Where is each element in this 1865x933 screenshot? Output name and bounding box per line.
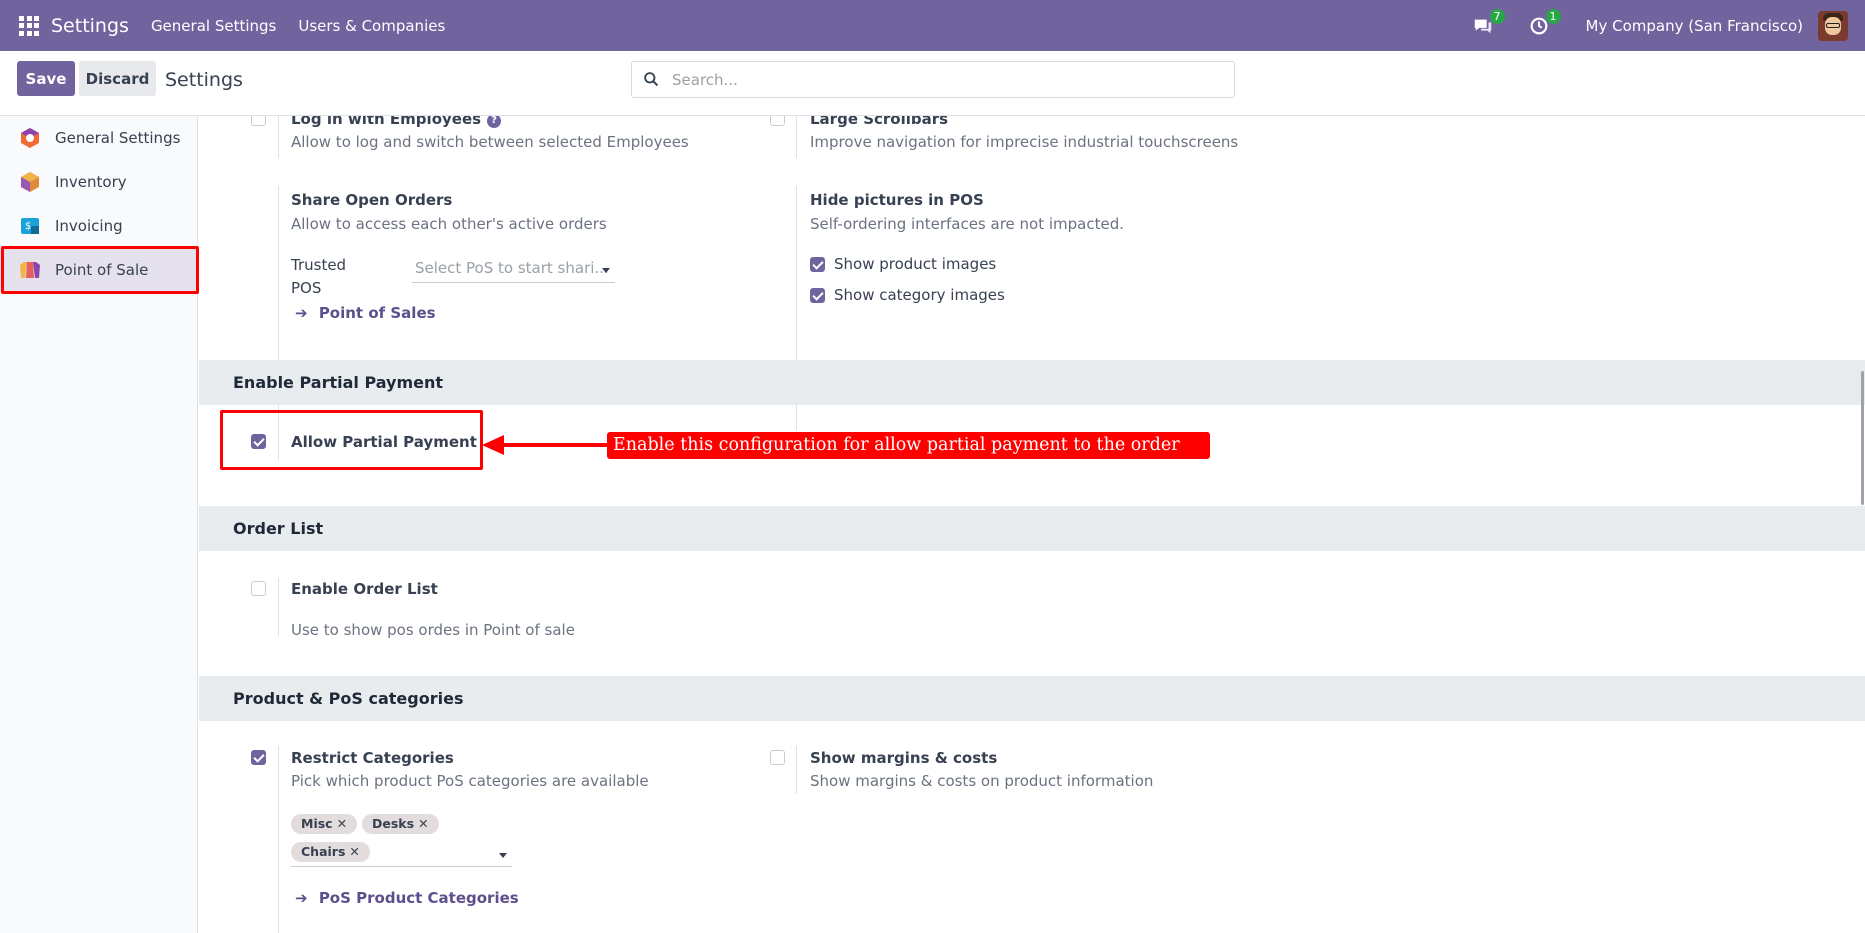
- invoicing-icon: $: [19, 215, 41, 237]
- highlight-box-point-of-sale: [1, 246, 199, 294]
- control-panel: Save Discard Settings: [0, 51, 1865, 116]
- trusted-pos-label-2: POS: [291, 279, 322, 297]
- chevron-down-icon[interactable]: [499, 853, 507, 858]
- enable-order-list-desc: Use to show pos ordes in Point of sale: [291, 621, 575, 639]
- trusted-pos-select[interactable]: Select PoS to start shari...: [415, 259, 609, 277]
- settings-content: Log in with Employees? Allow to log and …: [199, 116, 1865, 933]
- login-employees-desc: Allow to log and switch between selected…: [291, 133, 689, 151]
- sidebar-item-label: General Settings: [55, 129, 181, 147]
- show-category-images-label: Show category images: [834, 286, 1005, 304]
- settings-sidebar: General Settings Inventory $ Invoicing P…: [0, 116, 198, 933]
- large-scrollbars-title: Large Scrollbars: [810, 116, 949, 128]
- inventory-icon: [19, 171, 41, 193]
- menu-general-settings[interactable]: General Settings: [151, 17, 276, 35]
- svg-text:$: $: [25, 221, 31, 232]
- sidebar-item-general-settings[interactable]: General Settings: [0, 116, 198, 160]
- large-scrollbars-checkbox[interactable]: [770, 116, 785, 126]
- large-scrollbars-desc: Improve navigation for imprecise industr…: [810, 133, 1239, 151]
- activities-count-badge: 1: [1545, 8, 1561, 24]
- share-orders-desc: Allow to access each other's active orde…: [291, 215, 607, 233]
- search-box[interactable]: [631, 61, 1235, 98]
- company-switcher[interactable]: My Company (San Francisco): [1586, 17, 1803, 35]
- show-product-images-checkbox[interactable]: [810, 257, 825, 272]
- hide-pictures-title: Hide pictures in POS: [810, 191, 984, 209]
- login-employees-title: Log in with Employees?: [291, 116, 502, 128]
- arrow-right-icon: ➔: [295, 304, 308, 322]
- search-icon: [644, 72, 659, 87]
- show-product-images-label: Show product images: [834, 255, 997, 273]
- enable-order-list-title: Enable Order List: [291, 580, 438, 598]
- save-button[interactable]: Save: [17, 61, 75, 96]
- login-employees-checkbox[interactable]: [251, 116, 266, 126]
- share-orders-title: Share Open Orders: [291, 191, 453, 209]
- enable-order-list-checkbox[interactable]: [251, 581, 266, 596]
- show-margins-title: Show margins & costs: [810, 749, 998, 767]
- messages-count-badge: 7: [1489, 8, 1505, 24]
- highlight-box-partial-payment: [220, 410, 483, 470]
- remove-tag-icon[interactable]: ✕: [337, 816, 347, 831]
- category-tag-chairs: Chairs ✕: [291, 842, 370, 862]
- arrow-right-icon: ➔: [295, 889, 308, 907]
- sidebar-item-invoicing[interactable]: $ Invoicing: [0, 204, 198, 248]
- point-of-sales-link[interactable]: ➔ Point of Sales: [295, 304, 436, 322]
- hide-pictures-desc: Self-ordering interfaces are not impacte…: [810, 215, 1125, 233]
- chevron-down-icon[interactable]: [602, 268, 610, 273]
- messages-icon[interactable]: 7: [1472, 8, 1505, 37]
- pos-product-categories-link[interactable]: ➔ PoS Product Categories: [295, 889, 519, 907]
- show-margins-desc: Show margins & costs on product informat…: [810, 772, 1154, 790]
- sidebar-item-label: Inventory: [55, 173, 127, 191]
- app-brand[interactable]: Settings: [51, 15, 129, 37]
- restrict-categories-desc: Pick which product PoS categories are av…: [291, 772, 649, 790]
- remove-tag-icon[interactable]: ✕: [349, 844, 359, 859]
- odoo-settings-icon: [19, 127, 41, 149]
- sidebar-item-inventory[interactable]: Inventory: [0, 160, 198, 204]
- category-tag-misc: Misc ✕: [291, 814, 358, 834]
- category-tag-desks: Desks ✕: [362, 814, 439, 834]
- restrict-categories-checkbox[interactable]: [251, 750, 266, 765]
- activities-clock-icon[interactable]: 1: [1528, 8, 1561, 37]
- menu-users-companies[interactable]: Users & Companies: [298, 17, 445, 35]
- trusted-pos-label: Trusted: [291, 256, 347, 274]
- section-order-list: Order List: [199, 506, 1865, 551]
- show-category-images-checkbox[interactable]: [810, 288, 825, 303]
- help-icon[interactable]: ?: [487, 116, 502, 128]
- search-input[interactable]: [672, 68, 1212, 92]
- page-title: Settings: [165, 69, 243, 91]
- discard-button[interactable]: Discard: [79, 61, 156, 96]
- annotation-arrow-icon: [482, 435, 608, 455]
- user-avatar[interactable]: [1818, 10, 1848, 41]
- show-margins-checkbox[interactable]: [770, 750, 785, 765]
- sidebar-item-label: Invoicing: [55, 217, 123, 235]
- top-navbar: Settings General Settings Users & Compan…: [0, 0, 1865, 51]
- restrict-categories-title: Restrict Categories: [291, 749, 454, 767]
- content-scrollbar[interactable]: [1861, 371, 1864, 505]
- section-partial-payment: Enable Partial Payment: [199, 360, 1865, 405]
- section-product-categories: Product & PoS categories: [199, 676, 1865, 721]
- apps-menu-icon[interactable]: [19, 15, 39, 36]
- annotation-callout: Enable this configuration for allow part…: [607, 432, 1210, 459]
- remove-tag-icon[interactable]: ✕: [418, 816, 428, 831]
